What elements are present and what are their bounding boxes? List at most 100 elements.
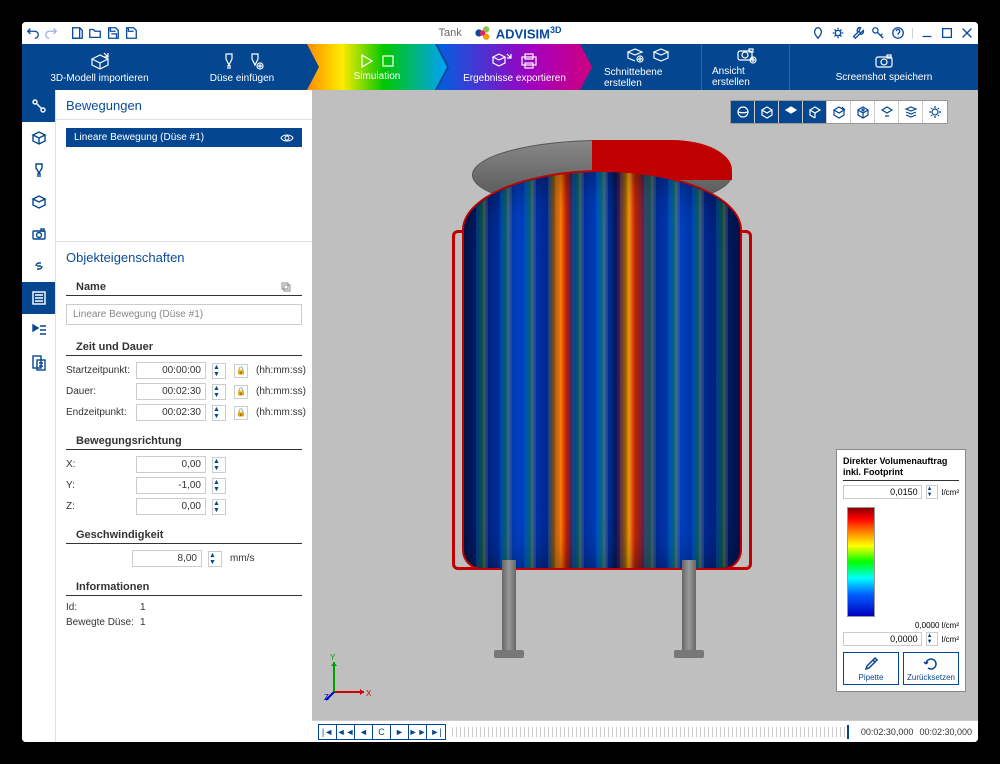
ribbon-tab-simulation[interactable]: Simulation <box>307 44 447 90</box>
spinner[interactable]: ▲▼ <box>212 363 226 379</box>
redo-icon[interactable] <box>44 26 58 40</box>
logo-icon <box>474 24 492 42</box>
open-file-icon[interactable] <box>88 26 102 40</box>
ts-report-icon[interactable] <box>22 346 55 378</box>
spinner[interactable]: ▲▼ <box>926 485 938 499</box>
new-file-icon[interactable] <box>70 26 84 40</box>
richtung-label: Bewegungsrichtung <box>76 435 182 447</box>
time-current: 00:02:30,000 <box>861 727 914 737</box>
y-label: Y: <box>66 480 130 491</box>
pb-loop-icon[interactable]: C <box>373 725 391 739</box>
z-input[interactable]: 0,00 <box>136 498 206 515</box>
pb-prev-icon[interactable]: ◄ <box>355 725 373 739</box>
speed-label: Geschwindigkeit <box>76 529 163 541</box>
start-label: Startzeitpunkt: <box>66 365 130 376</box>
x-label: X: <box>66 459 130 470</box>
pipette-button[interactable]: Pipette <box>843 652 899 685</box>
vt-iso-icon[interactable] <box>851 101 875 123</box>
panel-bewegungen-title: Bewegungen <box>56 90 312 120</box>
ts-cube-icon[interactable] <box>22 122 55 154</box>
ribbon-tab-view[interactable]: Ansicht erstellen <box>702 44 790 90</box>
spinner[interactable]: ▲▼ <box>212 457 226 473</box>
ts-play-list-icon[interactable] <box>22 314 55 346</box>
time-total: 00:02:30,000 <box>919 727 972 737</box>
pb-last-icon[interactable]: ►| <box>427 725 445 739</box>
name-label: Name <box>76 281 106 293</box>
ribbon-tab-screenshot[interactable]: Screenshot speichern <box>790 44 978 90</box>
ribbon: 3D-Modell importieren Düse einfügen Simu… <box>22 44 978 90</box>
help-icon[interactable] <box>891 26 905 40</box>
rocket-icon[interactable] <box>811 26 825 40</box>
svg-text:X: X <box>366 689 372 698</box>
spinner[interactable]: ▲▼ <box>208 551 222 567</box>
ts-properties-icon[interactable] <box>22 282 55 314</box>
reset-button[interactable]: Zurücksetzen <box>903 652 959 685</box>
ts-camera-icon[interactable] <box>22 218 55 250</box>
start-input[interactable]: 00:00:00 <box>136 362 206 379</box>
legend-max-input[interactable]: 0,0150 <box>843 485 922 499</box>
spinner[interactable]: ▲▼ <box>926 632 938 646</box>
key-icon[interactable] <box>871 26 885 40</box>
lock-icon[interactable]: 🔒 <box>234 406 248 420</box>
spinner[interactable]: ▲▼ <box>212 478 226 494</box>
vt-solid-icon[interactable] <box>779 101 803 123</box>
copy-icon[interactable] <box>280 281 292 293</box>
save-icon[interactable] <box>106 26 120 40</box>
vt-slice-icon[interactable] <box>827 101 851 123</box>
viewport-3d[interactable]: X Y Z Direkter Volumenauftrag inkl. Foot… <box>312 90 978 742</box>
save-as-icon[interactable] <box>124 26 138 40</box>
end-input[interactable]: 00:02:30 <box>136 404 206 421</box>
legend-min-label: 0,0000 l/cm² <box>843 621 959 630</box>
dauer-label: Dauer: <box>66 386 130 397</box>
vt-layers-icon[interactable] <box>899 101 923 123</box>
svg-text:Y: Y <box>330 653 336 662</box>
y-input[interactable]: -1,00 <box>136 477 206 494</box>
ribbon-tab-clip[interactable]: Schnittebene erstellen <box>594 44 702 90</box>
ribbon-tab-export[interactable]: Ergebnisse exportieren <box>437 44 592 90</box>
movement-list-item[interactable]: Lineare Bewegung (Düse #1) <box>66 128 302 147</box>
pb-forward-icon[interactable]: ►► <box>409 725 427 739</box>
x-input[interactable]: 0,00 <box>136 456 206 473</box>
ts-cube2-icon[interactable] <box>22 186 55 218</box>
legend-min-input[interactable]: 0,0000 <box>843 632 922 646</box>
lock-icon[interactable]: 🔒 <box>234 364 248 378</box>
playback-bar: |◄ ◄◄ ◄ C ► ►► ►| 00:02:30,000 00:02:30,… <box>312 720 978 742</box>
playback-controls: |◄ ◄◄ ◄ C ► ►► ►| <box>318 724 446 740</box>
pb-first-icon[interactable]: |◄ <box>319 725 337 739</box>
undo-icon[interactable] <box>26 26 40 40</box>
speed-input[interactable]: 8,00 <box>132 550 202 567</box>
zeit-label: Zeit und Dauer <box>76 341 153 353</box>
dauer-input[interactable]: 00:02:30 <box>136 383 206 400</box>
gear-icon[interactable] <box>831 26 845 40</box>
playback-track[interactable] <box>452 727 849 737</box>
vt-fit-icon[interactable] <box>875 101 899 123</box>
tank-3d-model <box>432 120 772 670</box>
spinner[interactable]: ▲▼ <box>212 405 226 421</box>
maximize-icon[interactable] <box>940 26 954 40</box>
lock-icon[interactable]: 🔒 <box>234 385 248 399</box>
playback-marker[interactable] <box>847 725 849 739</box>
panel-objekt-title: Objekteigenschaften <box>56 241 312 269</box>
vt-shaded-icon[interactable] <box>803 101 827 123</box>
legend-gradient <box>847 507 875 617</box>
vt-sun-icon[interactable] <box>923 101 947 123</box>
pb-next-icon[interactable]: ► <box>391 725 409 739</box>
name-input[interactable]: Lineare Bewegung (Düse #1) <box>66 304 302 325</box>
legend-title-1: Direkter Volumenauftrag <box>843 456 959 467</box>
brand-name: ADVISIM3D <box>496 25 562 41</box>
svg-text:Z: Z <box>324 693 329 702</box>
color-legend: Direkter Volumenauftrag inkl. Footprint … <box>836 449 966 692</box>
pb-rewind-icon[interactable]: ◄◄ <box>337 725 355 739</box>
minimize-icon[interactable] <box>920 26 934 40</box>
ts-nozzle-icon[interactable] <box>22 154 55 186</box>
ribbon-tab-import[interactable]: 3D-Modell importieren <box>22 44 177 90</box>
wrench-icon[interactable] <box>851 26 865 40</box>
ts-link-icon[interactable] <box>22 250 55 282</box>
ribbon-tab-nozzle[interactable]: Düse einfügen <box>167 44 317 90</box>
spinner[interactable]: ▲▼ <box>212 384 226 400</box>
close-icon[interactable] <box>960 26 974 40</box>
spinner[interactable]: ▲▼ <box>212 499 226 515</box>
ts-movement-icon[interactable] <box>22 90 55 122</box>
legend-title-2: inkl. Footprint <box>843 467 959 478</box>
titlebar: Tank ADVISIM3D | <box>22 22 978 44</box>
